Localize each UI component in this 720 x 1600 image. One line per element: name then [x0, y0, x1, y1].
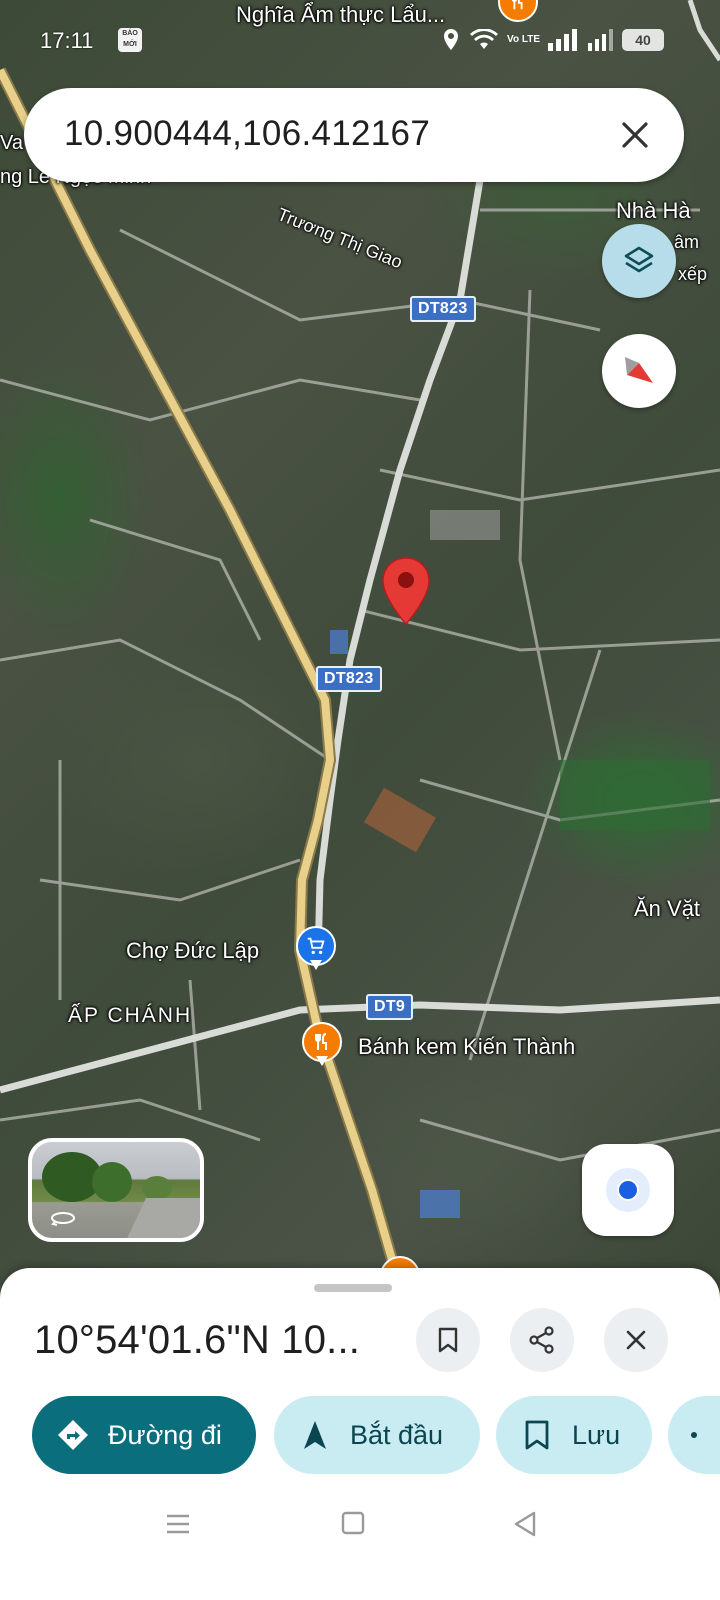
- close-icon: [626, 1330, 646, 1350]
- share-button[interactable]: [510, 1308, 574, 1372]
- status-time: 17:11: [40, 28, 94, 53]
- directions-label: Đường đi: [108, 1419, 222, 1450]
- location-icon: [444, 29, 459, 50]
- place-title: 10°54'01.6"N 10...: [34, 1318, 361, 1362]
- poi-label-an-vat[interactable]: Ăn Vặt: [634, 896, 700, 922]
- navigation-arrow-icon: [304, 1421, 326, 1449]
- clear-search-close-icon[interactable]: [616, 116, 654, 154]
- start-label: Bắt đầu: [350, 1419, 444, 1450]
- back-icon[interactable]: [512, 1510, 538, 1538]
- save-button[interactable]: Lưu: [496, 1396, 652, 1474]
- street-view-thumbnail[interactable]: [28, 1138, 204, 1242]
- status-bar: 17:11 BÁO MỚI Vo LTE 40: [0, 26, 720, 58]
- my-location-button[interactable]: [582, 1144, 674, 1236]
- search-query-text[interactable]: 10.900444,106.412167: [64, 114, 430, 154]
- rotate-360-icon: [51, 1212, 75, 1226]
- poi-label-nha-hang[interactable]: Nhà Hà: [616, 198, 691, 224]
- poi-label-restaurant[interactable]: Nghĩa Ẩm thực Lẩu...: [236, 2, 445, 28]
- area-label-ap-chanh: ẤP CHÁNH: [68, 1004, 193, 1027]
- search-bar[interactable]: 10.900444,106.412167: [24, 88, 684, 182]
- restaurant-pin-icon[interactable]: [498, 0, 538, 28]
- save-label: Lưu: [572, 1419, 621, 1450]
- drag-handle[interactable]: [314, 1284, 392, 1292]
- bookmark-icon: [438, 1327, 458, 1353]
- more-actions-button[interactable]: [668, 1396, 720, 1474]
- my-location-dot-icon: [606, 1168, 650, 1212]
- poi-label-nha-hang-3: xếp: [678, 264, 708, 284]
- road-shield-dt9: DT9: [366, 994, 414, 1020]
- bao-moi-notification-icon: BÁO MỚI: [118, 28, 142, 52]
- signal-icon: [548, 29, 577, 51]
- road-shield-dt823: DT823: [316, 666, 382, 692]
- directions-icon: [58, 1420, 88, 1450]
- recent-apps-icon[interactable]: [164, 1510, 192, 1538]
- area-label: Va: [0, 132, 23, 154]
- place-bottom-sheet[interactable]: 10°54'01.6"N 10... Đường đi Bắt đầu Lưu: [0, 1268, 720, 1600]
- close-sheet-button[interactable]: [604, 1308, 668, 1372]
- share-icon: [691, 1432, 697, 1438]
- compass-button[interactable]: [602, 334, 676, 408]
- road-shield-dt823: DT823: [410, 296, 476, 322]
- map-layers-button[interactable]: [602, 224, 676, 298]
- start-navigation-button[interactable]: Bắt đầu: [274, 1396, 480, 1474]
- road-network: [0, 0, 720, 1272]
- wifi-icon: [470, 29, 499, 49]
- save-bookmark-button[interactable]: [416, 1308, 480, 1372]
- signal-icon-2: [588, 29, 613, 51]
- compass-icon: [625, 357, 653, 383]
- restaurant-pin-icon[interactable]: [302, 1022, 342, 1068]
- poi-label-banh-kem[interactable]: Bánh kem Kiến Thành: [358, 1034, 575, 1060]
- satellite-map[interactable]: DT823 DT823 DT9 Nghĩa Ẩm thực Lẩu... Va …: [0, 0, 720, 1310]
- system-navigation-bar: [0, 1490, 720, 1560]
- battery-indicator: 40: [622, 29, 664, 51]
- layers-icon: [624, 246, 654, 273]
- home-icon[interactable]: [340, 1510, 366, 1536]
- bookmark-icon: [525, 1420, 549, 1450]
- poi-label-nha-hang-2: âm: [674, 232, 700, 252]
- volte-indicator: Vo LTE: [507, 34, 540, 45]
- shopping-cart-pin-icon[interactable]: [296, 926, 336, 972]
- share-icon: [529, 1326, 554, 1354]
- dropped-pin-icon[interactable]: [380, 556, 432, 626]
- directions-button[interactable]: Đường đi: [32, 1396, 256, 1474]
- poi-label-cho-duc-lap[interactable]: Chợ Đức Lập: [126, 938, 259, 964]
